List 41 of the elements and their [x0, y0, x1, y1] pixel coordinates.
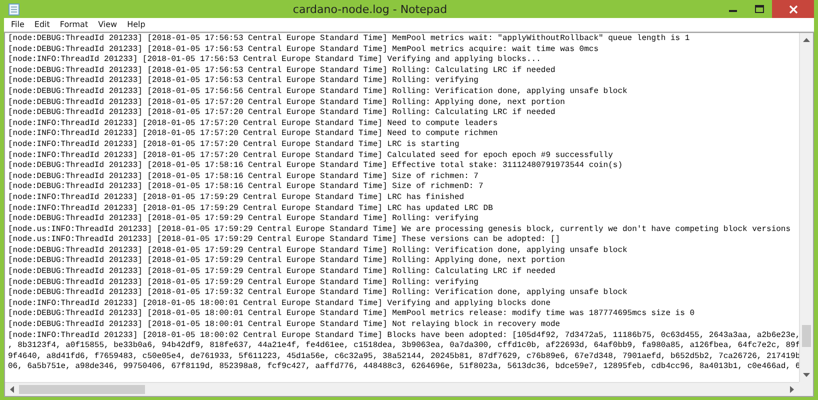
log-line: [node:DEBUG:ThreadId 201233] [2018-01-05 17:56:53 Central Europe Standard Time] MemPool metrics acquire: wait time was 0mcs — [8, 44, 598, 55]
log-line: [node.us:INFO:ThreadId 201233] [2018-01-05 17:59:29 Central Europe Standard Time] These versions can be adopted: [] — [8, 235, 560, 246]
log-line: [node:DEBUG:ThreadId 201233] [2018-01-05 17:59:32 Central Europe Standard Time] Rolling: Verification done, applying unsafe block — [8, 288, 628, 299]
log-line: [node:DEBUG:ThreadId 201233] [2018-01-05 17:56:53 Central Europe Standard Time] Rolling: verifying — [8, 76, 478, 87]
log-line: [node:INFO:ThreadId 201233] [2018-01-05 17:59:29 Central Europe Standard Time] LRC has updated LRC DB — [8, 204, 493, 214]
menu-item[interactable]: File — [6, 18, 30, 31]
log-line: [node:INFO:ThreadId 201233] [2018-01-05 17:57:20 Central Europe Standard Time] Need to compute leaders — [8, 118, 498, 129]
log-line: [node:INFO:ThreadId 201233] [2018-01-05 17:57:20 Central Europe Standard Time] Need to compute richmen — [8, 129, 498, 140]
log-line: [node:INFO:ThreadId 201233] [2018-01-05 17:56:53 Central Europe Standard Time] Verifying and applying blocks... — [8, 55, 541, 66]
log-line: [node:INFO:ThreadId 201233] [2018-01-05 17:57:20 Central Europe Standard Time] LRC is starting — [8, 140, 460, 151]
log-line: [node:DEBUG:ThreadId 201233] [2018-01-05 17:59:29 Central Europe Standard Time] Rolling: verifying — [8, 214, 478, 225]
log-line: [node:DEBUG:ThreadId 201233] [2018-01-05 17:59:29 Central Europe Standard Time] Rolling: verifying — [8, 278, 478, 288]
log-line: [node:DEBUG:ThreadId 201233] [2018-01-05 18:00:01 Central Europe Standard Time] MemPool metrics release: modify time was 187774695mcs size is 0 — [8, 309, 695, 320]
menu-item[interactable]: Format — [54, 18, 94, 31]
log-line: [node:DEBUG:ThreadId 201233] [2018-01-05 17:58:16 Central Europe Standard Time] Size of richmenD: 7 — [8, 182, 484, 193]
scroll-thumb[interactable] — [19, 385, 145, 394]
log-line: [node:DEBUG:ThreadId 201233] [2018-01-05 17:57:20 Central Europe Standard Time] Rolling: Calculating LRC if needed — [8, 108, 556, 119]
scroll-thumb[interactable] — [802, 325, 811, 347]
log-line: [node:DEBUG:ThreadId 201233] [2018-01-05 17:59:29 Central Europe Standard Time] Rolling: Applying done, next portion — [8, 256, 565, 267]
log-line: [node:INFO:ThreadId 201233] [2018-01-05 17:57:20 Central Europe Standard Time] Calculated seed for epoch epoch #9 successfully — [8, 150, 613, 161]
log-line: [node:DEBUG:ThreadId 201233] [2018-01-05 17:58:16 Central Europe Standard Time] Effective total stake: 31112480791973544 coin(s) — [8, 161, 622, 172]
notepad-icon — [8, 2, 20, 16]
close-icon — [788, 4, 798, 14]
menu-item[interactable]: Edit — [29, 18, 55, 31]
log-line: [node.us:INFO:ThreadId 201233] [2018-01-05 17:59:29 Central Europe Standard Time] We are processing genesis block, currently we don't have competing block versions — [8, 224, 791, 235]
log-line: [node:DEBUG:ThreadId 201233] [2018-01-05 17:57:20 Central Europe Standard Time] Rolling: Applying done, next portion — [8, 98, 565, 108]
menu-item[interactable]: View — [93, 18, 122, 31]
log-line: [node:DEBUG:ThreadId 201233] [2018-01-05 17:59:29 Central Europe Standard Time] Rolling: Verification done, applying unsafe block — [8, 246, 628, 256]
log-line: [node:INFO:ThreadId 201233] [2018-01-05 17:59:29 Central Europe Standard Time] LRC has finished — [8, 192, 464, 204]
window-title: cardano-node.log - Notepad — [292, 2, 448, 16]
log-line: [node:DEBUG:ThreadId 201233] [2018-01-05 17:56:53 Central Europe Standard Time] MemPool metrics wait: "applyWithoutRollback" queue length is 1 — [8, 34, 690, 45]
log-line: [node:INFO:ThreadId 201233] [2018-01-05 18:00:01 Central Europe Standard Time] Verifying and applying blocks done — [8, 298, 550, 309]
log-line: [node:DEBUG:ThreadId 201233] [2018-01-05 18:00:01 Central Europe Standard Time] Not relaying block in recovery mode — [8, 320, 560, 331]
maximize-icon — [754, 5, 764, 13]
menu-item[interactable]: Help — [122, 18, 150, 31]
close-button[interactable] — [772, 0, 814, 18]
log-line: [node:DEBUG:ThreadId 201233] [2018-01-05 17:56:56 Central Europe Standard Time] Rolling: Verification done, applying unsafe block — [8, 86, 628, 98]
log-line: [node:DEBUG:ThreadId 201233] [2018-01-05 17:58:16 Central Europe Standard Time] Size of richmen: 7 — [8, 172, 478, 182]
log-line: [node:INFO:ThreadId 201233] [2018-01-05 18:00:02 Central Europe Standard Time] Blocks have been adopted: [105d4f92, 7d3472a5, 11186b75, 0c63d455, 2643a3aa, a2b6e23e, — [8, 330, 799, 341]
log-line: [node:DEBUG:ThreadId 201233] [2018-01-05 17:59:29 Central Europe Standard Time] Rolling: Calculating LRC if needed — [8, 267, 556, 278]
log-line: [node:DEBUG:ThreadId 201233] [2018-01-05 17:56:53 Central Europe Standard Time] Rolling: Calculating LRC if needed — [8, 66, 556, 76]
